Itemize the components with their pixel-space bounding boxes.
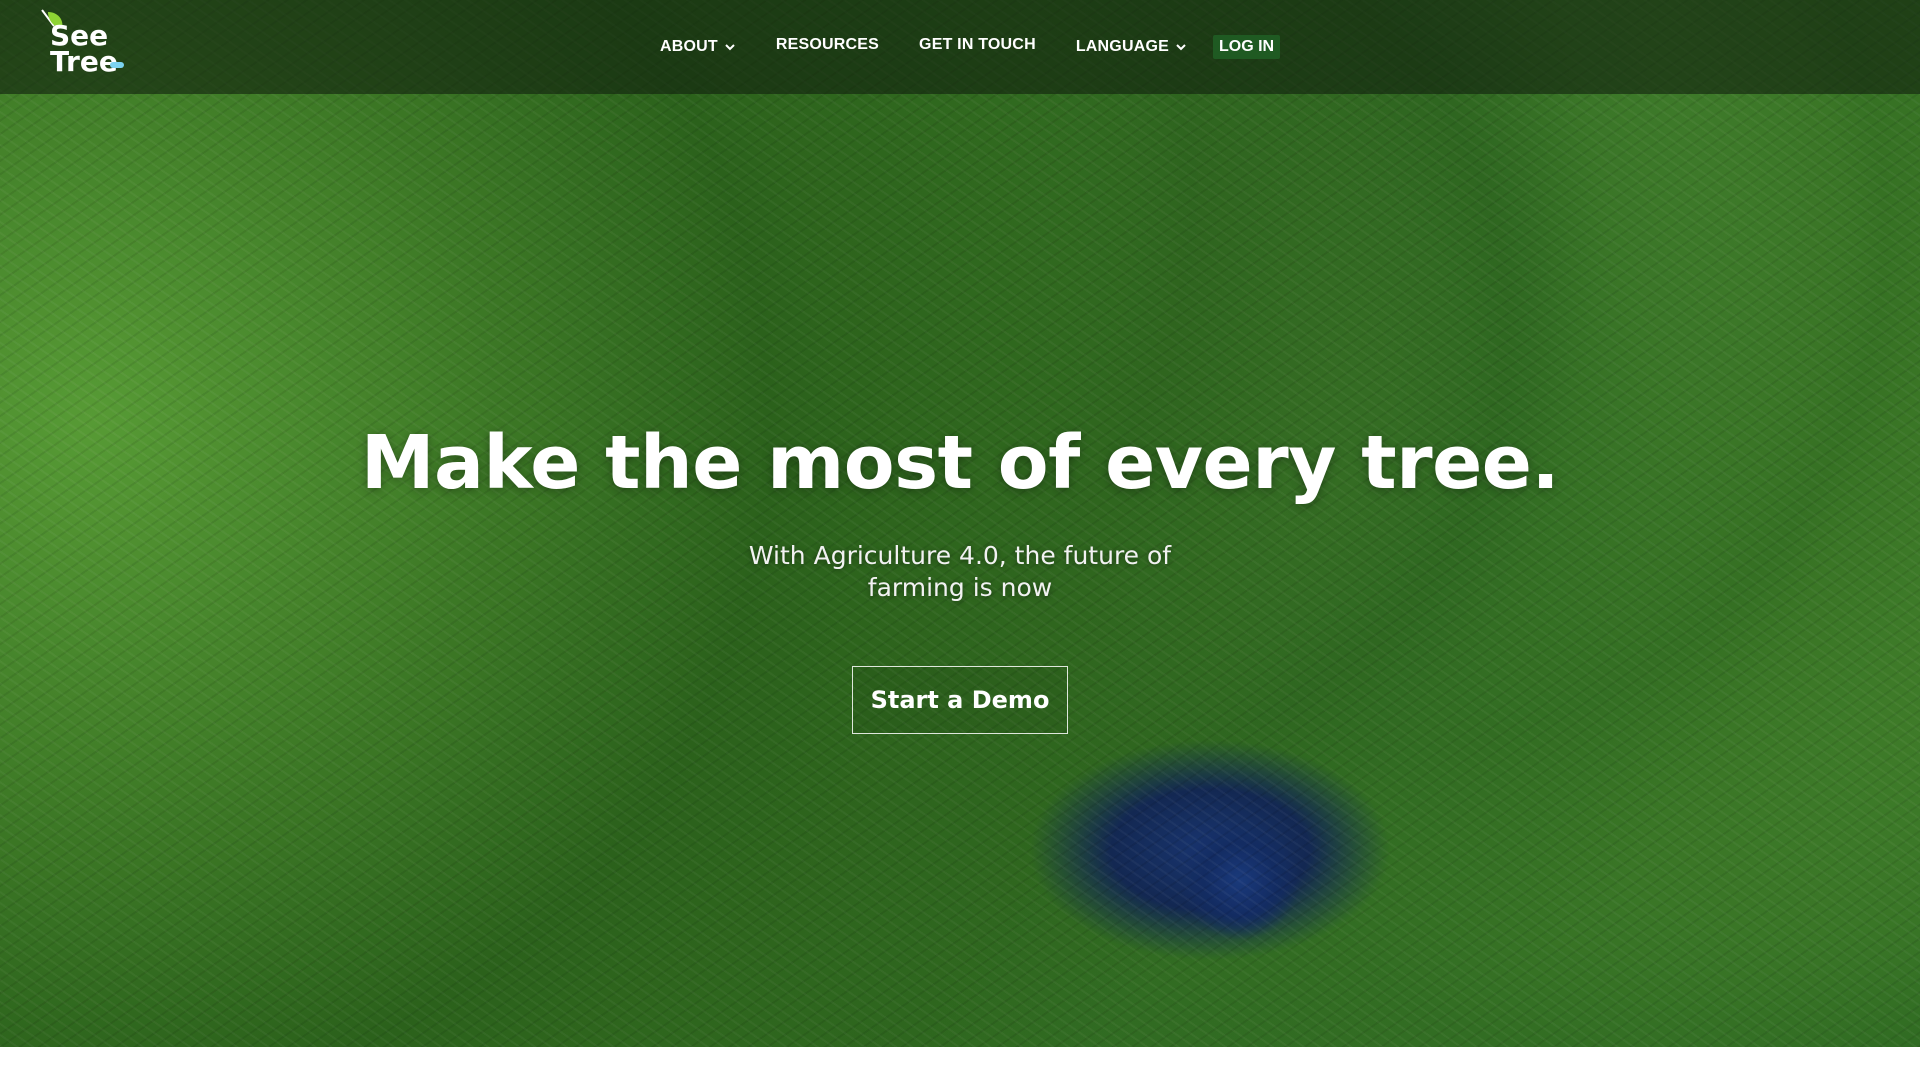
nav-resources[interactable]: RESOURCES — [776, 36, 879, 54]
seetree-logo[interactable]: See Tree — [41, 9, 144, 80]
hero-background — [0, 0, 1920, 1047]
hero-subtitle: With Agriculture 4.0, the future of farm… — [748, 541, 1172, 602]
logo-word-tree: Tree — [50, 45, 118, 78]
start-demo-button[interactable]: Start a Demo — [852, 666, 1068, 734]
nav-language[interactable]: LANGUAGE — [1076, 38, 1187, 56]
chevron-down-icon — [725, 44, 735, 51]
hero-title: Make the most of every tree. — [360, 420, 1560, 506]
nav-resources-label: RESOURCES — [775, 35, 880, 53]
logo-accent-dot — [110, 62, 124, 68]
nav-get-in-touch[interactable]: GET IN TOUCH — [919, 36, 1036, 54]
nav-get-in-touch-label: GET IN TOUCH — [919, 35, 1036, 53]
chevron-down-icon — [1176, 44, 1186, 51]
hero-overlay — [0, 0, 1920, 1047]
top-navbar: See Tree ABOUT RESOURCES GET IN TOUCH LA… — [0, 0, 1920, 94]
login-button[interactable]: LOG IN — [1212, 35, 1281, 59]
nav-about[interactable]: ABOUT — [660, 38, 736, 56]
main-nav: ABOUT RESOURCES GET IN TOUCH LANGUAGE LO… — [660, 0, 1281, 94]
nav-language-label: LANGUAGE — [1075, 38, 1169, 55]
nav-about-label: ABOUT — [660, 38, 718, 55]
